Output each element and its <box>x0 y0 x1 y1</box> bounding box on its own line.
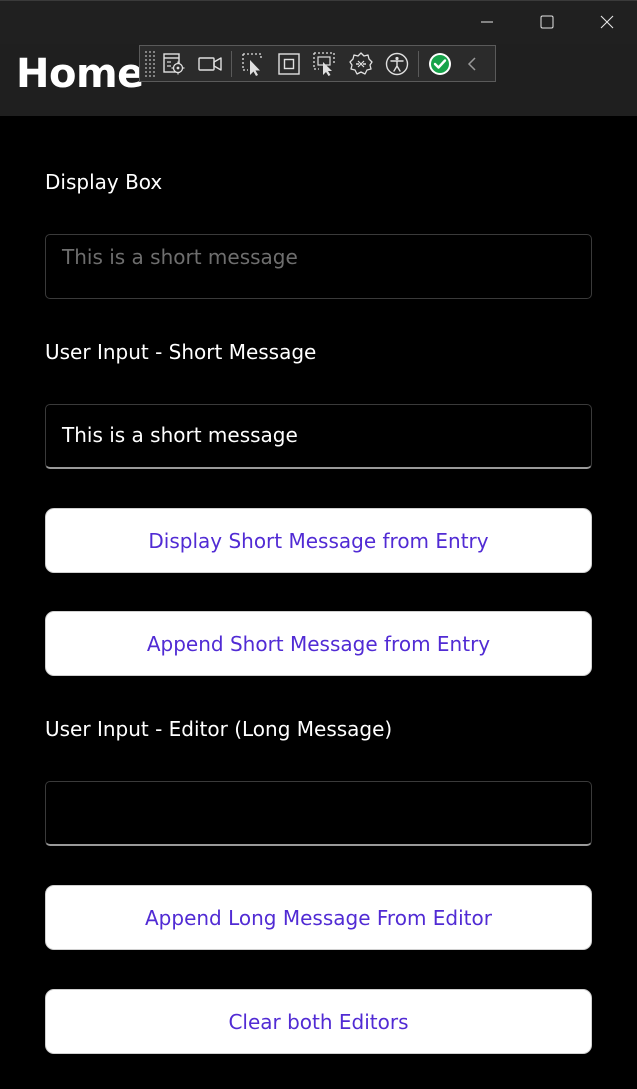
debug-toolbar <box>139 45 496 82</box>
record-icon <box>198 56 222 71</box>
display-short-message-button[interactable]: Display Short Message from Entry <box>45 508 592 573</box>
binding-failures-icon <box>349 51 373 75</box>
select-element-icon <box>242 52 262 76</box>
binding-failures-button[interactable] <box>343 49 379 79</box>
close-icon <box>600 15 614 29</box>
select-element-button[interactable] <box>235 49 271 79</box>
live-visual-tree-icon <box>163 52 185 74</box>
short-message-entry-text: This is a short message <box>62 423 298 447</box>
hot-reload-status-icon <box>429 52 451 75</box>
display-layout-adorners-icon <box>278 52 300 75</box>
record-button[interactable] <box>192 49 228 79</box>
append-long-message-button[interactable]: Append Long Message From Editor <box>45 885 592 950</box>
toolbar-separator <box>231 50 232 77</box>
display-layout-adorners-button[interactable] <box>271 49 307 79</box>
app-window: Home Display Box This is a short message… <box>0 0 637 1089</box>
append-short-message-button[interactable]: Append Short Message from Entry <box>45 611 592 676</box>
editor-label: User Input - Editor (Long Message) <box>45 717 393 741</box>
display-box-text: This is a short message <box>62 245 298 269</box>
title-bar <box>0 0 637 44</box>
toolbar-separator <box>418 50 419 77</box>
accessibility-checker-button[interactable] <box>379 49 415 79</box>
page-title: Home <box>16 51 144 97</box>
chevron-left-icon <box>467 56 476 71</box>
track-focused-element-button[interactable] <box>307 49 343 79</box>
maximize-icon <box>540 15 554 29</box>
track-focus-icon <box>313 51 335 76</box>
display-box-label: Display Box <box>45 170 163 194</box>
maximize-button[interactable] <box>517 1 577 43</box>
hot-reload-status-button[interactable] <box>422 49 458 79</box>
long-message-editor[interactable] <box>45 781 592 846</box>
short-message-label: User Input - Short Message <box>45 340 317 364</box>
accessibility-checker-icon <box>385 52 409 75</box>
collapse-toolbar-button[interactable] <box>458 49 486 79</box>
drag-grip-icon[interactable] <box>144 50 156 77</box>
minimize-icon <box>481 21 493 23</box>
close-button[interactable] <box>577 1 637 43</box>
live-visual-tree-button[interactable] <box>156 49 192 79</box>
clear-editors-button[interactable]: Clear both Editors <box>45 989 592 1054</box>
minimize-button[interactable] <box>457 1 517 43</box>
